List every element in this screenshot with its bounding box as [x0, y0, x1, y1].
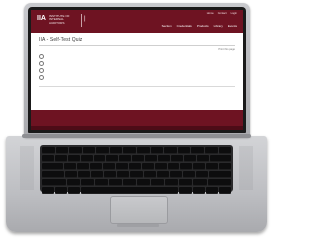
nav-item-3[interactable]: Products [197, 24, 209, 28]
nav-item-5[interactable]: Events [228, 24, 237, 28]
site-footer [31, 110, 243, 130]
main-content: IIA - Self-Test Quiz Print this page [31, 33, 243, 89]
nav-item-2[interactable]: Credentials [177, 24, 192, 28]
logo-divider [81, 14, 82, 27]
content-footer-links [39, 86, 235, 89]
spacebar [81, 187, 179, 194]
print-link[interactable]: Print this page [218, 48, 235, 51]
keyboard-row-home [42, 171, 232, 178]
laptop-hinge [22, 134, 251, 138]
trackpad[interactable] [110, 196, 168, 224]
laptop-screen: IIA INSTITUTE OF INTERNAL AUDITORS | Hom… [31, 10, 243, 130]
keyboard-row-space [42, 187, 232, 194]
answer-option[interactable] [39, 54, 235, 59]
main-nav: Section Credentials Products Library Eve… [162, 24, 237, 28]
keyboard-row-numbers [42, 155, 231, 162]
top-link-contact[interactable]: Contact [218, 12, 227, 15]
radio-button[interactable] [39, 68, 44, 73]
page-utility-row: Print this page [39, 48, 235, 51]
trackpad-button[interactable] [117, 224, 159, 227]
radio-button[interactable] [39, 61, 44, 66]
left-speaker-grille [20, 146, 34, 190]
keyboard-row-bottom [42, 179, 232, 186]
utility-links: Home Contact Login [207, 12, 237, 15]
radio-button[interactable] [39, 54, 44, 59]
logo-badge: | [84, 16, 86, 22]
nav-item-1[interactable]: Section [162, 24, 172, 28]
answer-option[interactable] [39, 75, 235, 80]
site-logo-text[interactable]: INSTITUTE OF INTERNAL AUDITORS [49, 14, 79, 25]
site-logo-icon[interactable]: IIA [37, 14, 47, 23]
keyboard-row-function [42, 147, 232, 154]
site-header: IIA INSTITUTE OF INTERNAL AUDITORS | Hom… [31, 10, 243, 33]
page-title: IIA - Self-Test Quiz [39, 37, 83, 43]
top-link-home[interactable]: Home [207, 12, 214, 15]
right-speaker-grille [239, 146, 253, 190]
answer-options [39, 54, 235, 80]
keyboard-row-top [42, 163, 231, 170]
nav-item-4[interactable]: Library [214, 24, 223, 28]
answer-option[interactable] [39, 61, 235, 66]
footer-strip [31, 126, 243, 130]
title-divider [39, 45, 235, 46]
radio-button[interactable] [39, 75, 44, 80]
answer-option[interactable] [39, 68, 235, 73]
keyboard[interactable] [40, 145, 233, 194]
top-link-login[interactable]: Login [231, 12, 237, 15]
